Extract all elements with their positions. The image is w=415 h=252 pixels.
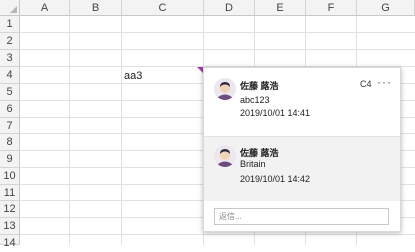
- cell-c4[interactable]: aa3: [124, 70, 142, 82]
- row-header-8[interactable]: 8: [0, 134, 20, 151]
- row-header-2[interactable]: 2: [0, 33, 20, 50]
- comment-author: 佐藤 蕗浩: [240, 148, 279, 158]
- select-all-button[interactable]: [0, 0, 20, 16]
- row-header-3[interactable]: 3: [0, 50, 20, 67]
- row-header-12[interactable]: 12: [0, 201, 20, 218]
- more-options-icon[interactable]: ···: [377, 75, 392, 89]
- comment-timestamp: 2019/10/01 14:41: [240, 108, 311, 118]
- gridline: [20, 49, 415, 50]
- comment-item: 佐藤 蕗浩 Britain 2019/10/01 14:42: [204, 136, 400, 201]
- row-header-4[interactable]: 4: [0, 67, 20, 84]
- column-header-a[interactable]: A: [20, 0, 70, 16]
- comment-item: 佐藤 蕗浩 C4 ··· abc123 2019/10/01 14:41: [204, 68, 400, 136]
- comment-thread-panel: 佐藤 蕗浩 C4 ··· abc123 2019/10/01 14:41 佐藤 …: [203, 67, 401, 232]
- gridline: [20, 32, 415, 33]
- row-header-7[interactable]: 7: [0, 118, 20, 134]
- column-header-g[interactable]: G: [357, 0, 415, 16]
- column-header-f[interactable]: F: [306, 0, 357, 16]
- gridline: [69, 16, 70, 245]
- column-header-b[interactable]: B: [70, 0, 122, 16]
- row-header-10[interactable]: 10: [0, 168, 20, 185]
- row-header-5[interactable]: 5: [0, 84, 20, 101]
- comment-cell-ref: C4: [360, 79, 372, 89]
- row-header-11[interactable]: 11: [0, 185, 20, 201]
- row-header-14[interactable]: 14: [0, 235, 20, 249]
- gridline: [121, 16, 122, 245]
- row-header-6[interactable]: 6: [0, 101, 20, 118]
- select-all-triangle-icon: [10, 6, 17, 13]
- row-header-1[interactable]: 1: [0, 16, 20, 33]
- comment-text: abc123: [240, 95, 270, 105]
- comment-timestamp: 2019/10/01 14:42: [240, 174, 311, 184]
- row-header-9[interactable]: 9: [0, 151, 20, 168]
- gridline: [20, 234, 415, 235]
- column-header-c[interactable]: C: [122, 0, 204, 16]
- avatar: [214, 78, 236, 100]
- comment-author: 佐藤 蕗浩: [240, 81, 279, 91]
- row-header-13[interactable]: 13: [0, 218, 20, 235]
- column-header-d[interactable]: D: [204, 0, 255, 16]
- column-header-e[interactable]: E: [255, 0, 306, 16]
- avatar: [214, 145, 236, 167]
- comment-text: Britain: [240, 159, 266, 169]
- reply-input[interactable]: 返信...: [214, 208, 389, 225]
